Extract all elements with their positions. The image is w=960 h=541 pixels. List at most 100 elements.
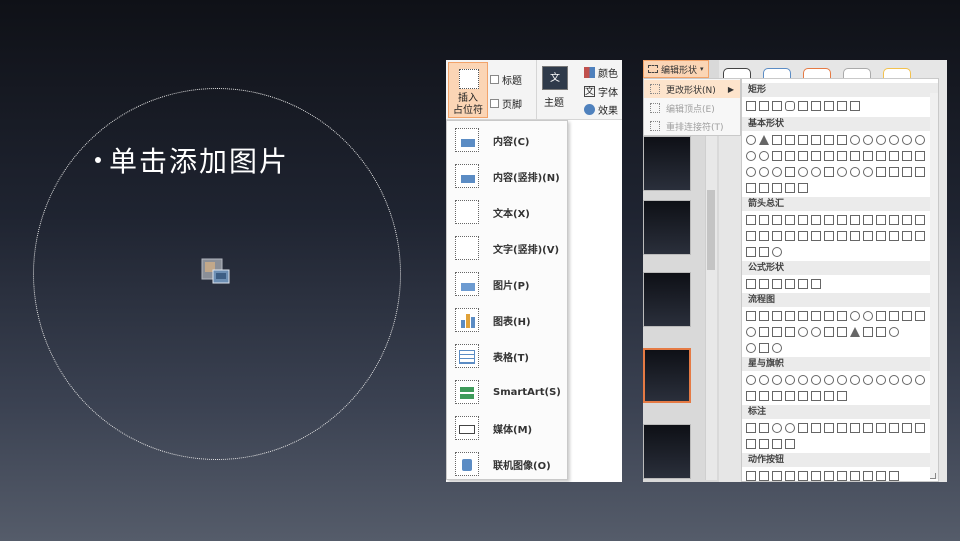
slide-thumbnail-selected[interactable] xyxy=(643,348,691,403)
basic-shape[interactable] xyxy=(798,151,808,161)
callout-shape[interactable] xyxy=(902,423,912,433)
star-shape[interactable] xyxy=(889,375,899,385)
flowchart-shape[interactable] xyxy=(850,327,860,337)
thumbnail-scroll-thumb[interactable] xyxy=(707,190,715,270)
flowchart-shape[interactable] xyxy=(811,311,821,321)
menu-item-change-shape[interactable]: 更改形状(N) ▶ xyxy=(644,80,740,98)
callout-shape[interactable] xyxy=(746,439,756,449)
star-shape[interactable] xyxy=(811,375,821,385)
flowchart-shape[interactable] xyxy=(798,327,808,337)
basic-shape[interactable] xyxy=(772,167,782,177)
arrow-shape[interactable] xyxy=(759,231,769,241)
action-button-shape[interactable] xyxy=(837,471,847,481)
rectangle-shape[interactable] xyxy=(850,101,860,111)
arrow-shape[interactable] xyxy=(863,215,873,225)
arrow-shape[interactable] xyxy=(811,215,821,225)
arrow-shape[interactable] xyxy=(902,215,912,225)
rectangle-shape[interactable] xyxy=(759,101,769,111)
star-shape[interactable] xyxy=(746,375,756,385)
basic-shape[interactable] xyxy=(785,135,795,145)
action-button-shape[interactable] xyxy=(863,471,873,481)
menu-item-text-vertical[interactable]: 文字(竖排)(V) xyxy=(447,231,567,265)
arrow-shape[interactable] xyxy=(876,231,886,241)
flowchart-shape[interactable] xyxy=(850,311,860,321)
slide-thumbnail[interactable] xyxy=(643,272,691,327)
arrow-shape[interactable] xyxy=(889,215,899,225)
basic-shape[interactable] xyxy=(902,167,912,177)
banner-shape[interactable] xyxy=(785,391,795,401)
flowchart-shape[interactable] xyxy=(746,327,756,337)
star-shape[interactable] xyxy=(798,375,808,385)
resize-grip-icon[interactable] xyxy=(930,473,936,479)
not-equal-shape[interactable] xyxy=(811,279,821,289)
arrow-shape[interactable] xyxy=(889,231,899,241)
basic-shape[interactable] xyxy=(915,151,925,161)
flowchart-shape[interactable] xyxy=(837,327,847,337)
callout-shape[interactable] xyxy=(759,439,769,449)
flowchart-shape[interactable] xyxy=(785,327,795,337)
banner-shape[interactable] xyxy=(759,391,769,401)
basic-shape[interactable] xyxy=(863,151,873,161)
basic-shape[interactable] xyxy=(746,151,756,161)
action-button-shape[interactable] xyxy=(759,471,769,481)
menu-item-picture[interactable]: 图片(P) xyxy=(447,267,567,301)
callout-shape[interactable] xyxy=(746,423,756,433)
callout-shape[interactable] xyxy=(811,423,821,433)
arrow-shape[interactable] xyxy=(876,215,886,225)
slide-thumbnail[interactable] xyxy=(643,424,691,479)
basic-shape[interactable] xyxy=(850,151,860,161)
rounded-rectangle-shape[interactable] xyxy=(785,101,795,111)
bracket-shape[interactable] xyxy=(759,183,769,193)
flowchart-shape[interactable] xyxy=(759,343,769,353)
basic-shape[interactable] xyxy=(785,151,795,161)
callout-shape[interactable] xyxy=(876,423,886,433)
arrow-shape[interactable] xyxy=(785,215,795,225)
insert-picture-icon[interactable] xyxy=(201,258,231,286)
arrow-shape[interactable] xyxy=(746,215,756,225)
callout-shape[interactable] xyxy=(863,423,873,433)
flowchart-shape[interactable] xyxy=(876,327,886,337)
thumbnail-scrollbar[interactable] xyxy=(705,120,717,480)
flowchart-shape[interactable] xyxy=(772,343,782,353)
callout-shape[interactable] xyxy=(785,423,795,433)
menu-item-online-image[interactable]: 联机图像(O) xyxy=(447,447,567,481)
star-shape[interactable] xyxy=(850,375,860,385)
arrow-shape[interactable] xyxy=(772,247,782,257)
flowchart-shape[interactable] xyxy=(798,311,808,321)
arrow-shape[interactable] xyxy=(902,231,912,241)
action-button-shape[interactable] xyxy=(876,471,886,481)
basic-shape[interactable] xyxy=(863,135,873,145)
flowchart-shape[interactable] xyxy=(824,327,834,337)
rectangle-shape[interactable] xyxy=(772,101,782,111)
rectangle-shape[interactable] xyxy=(746,101,756,111)
star-shape[interactable] xyxy=(863,375,873,385)
flowchart-shape[interactable] xyxy=(876,311,886,321)
basic-shape[interactable] xyxy=(772,151,782,161)
callout-shape[interactable] xyxy=(772,439,782,449)
banner-shape[interactable] xyxy=(772,391,782,401)
arrow-shape[interactable] xyxy=(785,231,795,241)
flowchart-shape[interactable] xyxy=(889,327,899,337)
action-button-shape[interactable] xyxy=(811,471,821,481)
flowchart-shape[interactable] xyxy=(889,311,899,321)
flowchart-shape[interactable] xyxy=(759,311,769,321)
basic-shape[interactable] xyxy=(876,167,886,177)
flowchart-shape[interactable] xyxy=(772,311,782,321)
arrow-shape[interactable] xyxy=(811,231,821,241)
slide-thumbnail[interactable] xyxy=(643,200,691,255)
arrow-shape[interactable] xyxy=(746,247,756,257)
menu-item-table[interactable]: 表格(T) xyxy=(447,339,567,373)
basic-shape[interactable] xyxy=(772,135,782,145)
arrow-shape[interactable] xyxy=(824,215,834,225)
triangle-shape[interactable] xyxy=(759,135,769,145)
arrow-shape[interactable] xyxy=(824,231,834,241)
star-shape[interactable] xyxy=(759,375,769,385)
arrow-shape[interactable] xyxy=(772,231,782,241)
banner-shape[interactable] xyxy=(811,391,821,401)
banner-shape[interactable] xyxy=(824,391,834,401)
menu-item-smartart[interactable]: SmartArt(S) xyxy=(447,375,567,409)
basic-shape[interactable] xyxy=(824,167,834,177)
basic-shape[interactable] xyxy=(889,151,899,161)
menu-item-content[interactable]: 内容(C) xyxy=(447,123,567,157)
divide-shape[interactable] xyxy=(785,279,795,289)
